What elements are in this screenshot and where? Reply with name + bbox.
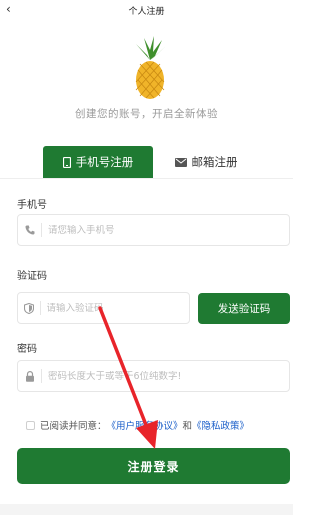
phone-label: 手机号 — [17, 200, 47, 211]
hero-subtitle: 创建您的账号，开启全新体验 — [75, 108, 218, 120]
agreement-checkbox[interactable] — [26, 420, 35, 430]
lock-icon — [18, 370, 41, 382]
bottom-bar — [0, 504, 293, 515]
tab-email-register[interactable]: 邮箱注册 — [161, 146, 251, 178]
password-field[interactable] — [17, 360, 290, 392]
user-agreement-link[interactable]: 《用户服务协议》 — [107, 418, 183, 432]
password-label: 密码 — [17, 344, 37, 355]
tab-label: 邮箱注册 — [191, 155, 238, 169]
register-tabs: 手机号注册 邮箱注册 — [43, 146, 258, 178]
agreement-conjunction: 和 — [182, 421, 193, 432]
code-field[interactable] — [17, 292, 190, 324]
tab-divider — [0, 178, 293, 179]
tab-phone-register[interactable]: 手机号注册 — [43, 146, 153, 178]
tab-label: 手机号注册 — [75, 155, 134, 169]
phone-input[interactable] — [48, 224, 289, 236]
password-input[interactable] — [48, 370, 289, 382]
nav-bar: ‹ 个人注册 — [0, 0, 293, 20]
field-separator — [39, 301, 41, 315]
agreement-prefix: 已阅读并同意： — [40, 421, 107, 432]
agreement-row: 已阅读并同意： 《用户服务协议》 和 《隐私政策》 — [26, 418, 249, 432]
page-title: 个人注册 — [128, 7, 165, 17]
register-login-button[interactable]: 注册登录 — [17, 448, 290, 484]
privacy-policy-link[interactable]: 《隐私政策》 — [192, 418, 249, 432]
field-separator — [41, 223, 43, 237]
shield-icon — [18, 302, 40, 314]
code-label: 验证码 — [17, 271, 47, 282]
mail-icon — [174, 157, 187, 167]
phone-handset-icon — [18, 225, 41, 235]
field-separator — [41, 369, 43, 383]
pineapple-icon — [135, 36, 166, 99]
phone-field[interactable] — [17, 214, 290, 246]
send-code-button[interactable]: 发送验证码 — [198, 293, 290, 324]
phone-icon — [62, 156, 71, 168]
code-input[interactable] — [46, 302, 189, 314]
